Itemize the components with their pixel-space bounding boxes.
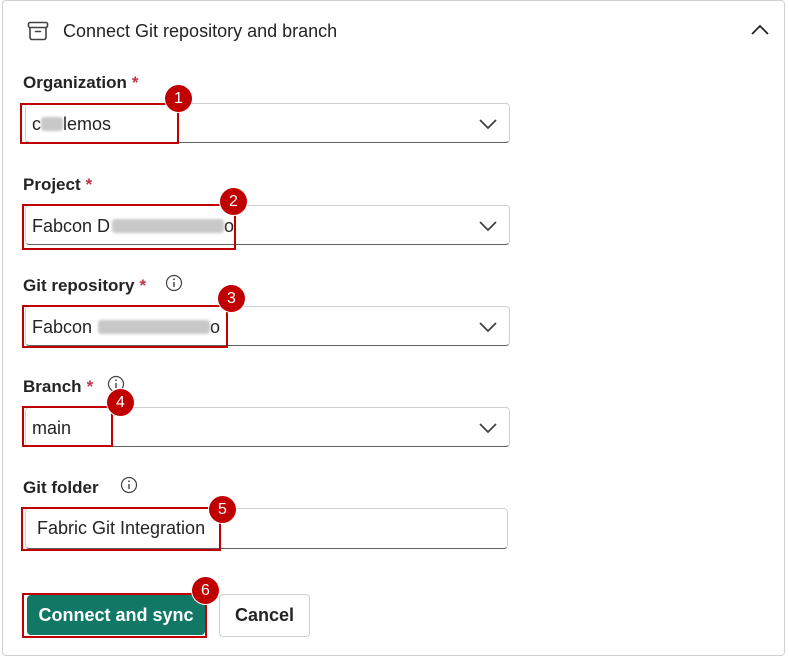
panel-title: Connect Git repository and branch <box>63 21 338 41</box>
connect-and-sync-button[interactable]: Connect and sync <box>27 595 205 635</box>
git-folder-label: Git folder <box>23 478 99 498</box>
project-label: Project * <box>23 175 92 195</box>
chevron-down-icon <box>477 218 499 234</box>
branch-label: Branch * <box>23 377 93 397</box>
step-badge-3: 3 <box>218 285 245 312</box>
step-badge-6: 6 <box>192 577 219 604</box>
branch-value: main <box>32 418 72 438</box>
info-icon[interactable] <box>165 274 183 292</box>
required-marker: * <box>131 73 139 92</box>
git-connect-panel: Connect Git repository and branch Organi… <box>2 0 785 656</box>
branch-dropdown[interactable]: main <box>25 407 510 447</box>
redacted-blur <box>98 320 211 334</box>
chevron-down-icon <box>477 116 499 132</box>
info-icon[interactable] <box>120 476 138 494</box>
project-value: Fabcon D o <box>32 216 234 237</box>
step-badge-2: 2 <box>220 188 247 215</box>
cancel-button[interactable]: Cancel <box>219 594 310 637</box>
git-repository-label: Git repository * <box>23 276 146 296</box>
git-folder-input[interactable] <box>25 508 508 549</box>
organization-value-prefix: c <box>32 114 41 134</box>
step-badge-1: 1 <box>165 85 192 112</box>
step-badge-5: 5 <box>209 496 236 523</box>
organization-dropdown[interactable]: c lemos <box>25 103 510 143</box>
archive-box-icon <box>27 21 49 41</box>
git-repository-value-suffix: o <box>210 317 221 337</box>
organization-value: c lemos <box>32 114 111 135</box>
required-marker: * <box>139 276 147 295</box>
project-dropdown[interactable]: Fabcon D o <box>25 205 510 245</box>
redacted-blur <box>112 219 225 233</box>
chevron-up-icon[interactable] <box>749 21 771 39</box>
organization-label: Organization * <box>23 73 139 93</box>
redacted-blur <box>41 117 63 131</box>
chevron-down-icon <box>477 319 499 335</box>
project-value-prefix: Fabcon D <box>32 216 111 236</box>
project-value-suffix: o <box>224 216 235 236</box>
organization-value-suffix: lemos <box>63 114 112 134</box>
branch-label-text: Branch <box>23 377 82 396</box>
chevron-down-icon <box>477 420 499 436</box>
step-badge-4: 4 <box>107 389 134 416</box>
project-label-text: Project <box>23 175 81 194</box>
required-marker: * <box>85 175 93 194</box>
git-repository-dropdown[interactable]: Fabcon o <box>25 306 510 346</box>
required-marker: * <box>86 377 94 396</box>
git-repository-value-prefix: Fabcon <box>32 317 93 337</box>
organization-label-text: Organization <box>23 73 127 92</box>
git-folder-label-text: Git folder <box>23 478 99 497</box>
git-repository-label-text: Git repository <box>23 276 135 295</box>
git-repository-value: Fabcon o <box>32 317 220 338</box>
